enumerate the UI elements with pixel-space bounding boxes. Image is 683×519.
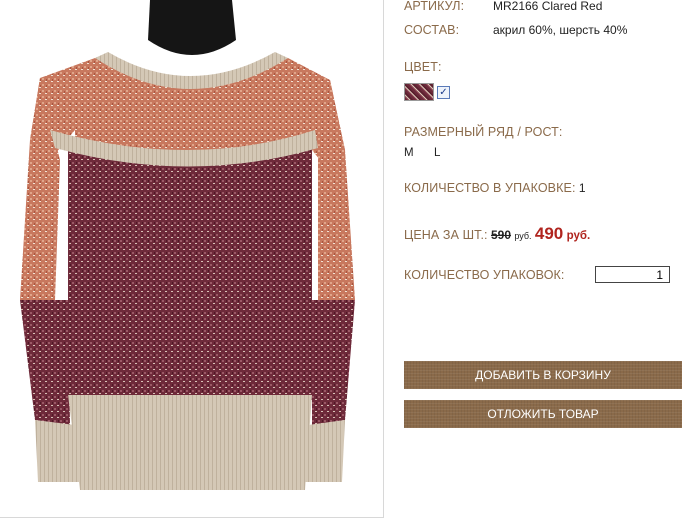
new-price-currency: руб. (566, 230, 591, 242)
color-option[interactable]: ✓ (404, 83, 450, 101)
price-label: ЦЕНА ЗА ШТ.: (404, 228, 488, 242)
packs-row: КОЛИЧЕСТВО УПАКОВОК: (404, 268, 564, 282)
color-row: ЦВЕТ: (404, 60, 442, 74)
old-price-currency: руб. (514, 231, 532, 241)
size-option[interactable]: M (404, 147, 414, 159)
size-option[interactable]: L (434, 147, 440, 159)
color-label: ЦВЕТ: (404, 60, 442, 74)
pack-qty-value: 1 (578, 181, 586, 195)
size-row: РАЗМЕРНЫЙ РЯД / РОСТ: (404, 125, 562, 139)
article-row: АРТИКУЛ: MR2166 Clared Red (404, 0, 602, 13)
postpone-button[interactable]: ОТЛОЖИТЬ ТОВАР (404, 400, 682, 428)
pack-qty-row: КОЛИЧЕСТВО В УПАКОВКЕ: 1 (404, 181, 586, 195)
color-checkbox[interactable]: ✓ (437, 85, 450, 99)
composition-label: СОСТАВ: (404, 23, 460, 37)
size-label: РАЗМЕРНЫЙ РЯД / РОСТ: (404, 125, 563, 139)
packs-label: КОЛИЧЕСТВО УПАКОВОК: (404, 268, 565, 282)
composition-row: СОСТАВ: акрил 60%, шерсть 40% (404, 23, 627, 37)
old-price: 590 (490, 228, 512, 242)
size-list: M L (404, 145, 457, 159)
product-photo[interactable] (0, 0, 384, 518)
article-label: АРТИКУЛ: (404, 0, 465, 13)
price-row: ЦЕНА ЗА ШТ.: 590 руб. 490 руб. (404, 224, 590, 244)
new-price: 490 (534, 224, 564, 243)
pack-qty-label: КОЛИЧЕСТВО В УПАКОВКЕ: (404, 181, 576, 195)
sweater-image (20, 0, 355, 490)
color-swatch[interactable] (404, 83, 434, 101)
article-value: MR2166 Clared Red (493, 0, 603, 13)
add-to-cart-button[interactable]: ДОБАВИТЬ В КОРЗИНУ (404, 361, 682, 389)
packs-quantity-input[interactable] (595, 266, 670, 283)
composition-value: акрил 60%, шерсть 40% (493, 23, 628, 37)
